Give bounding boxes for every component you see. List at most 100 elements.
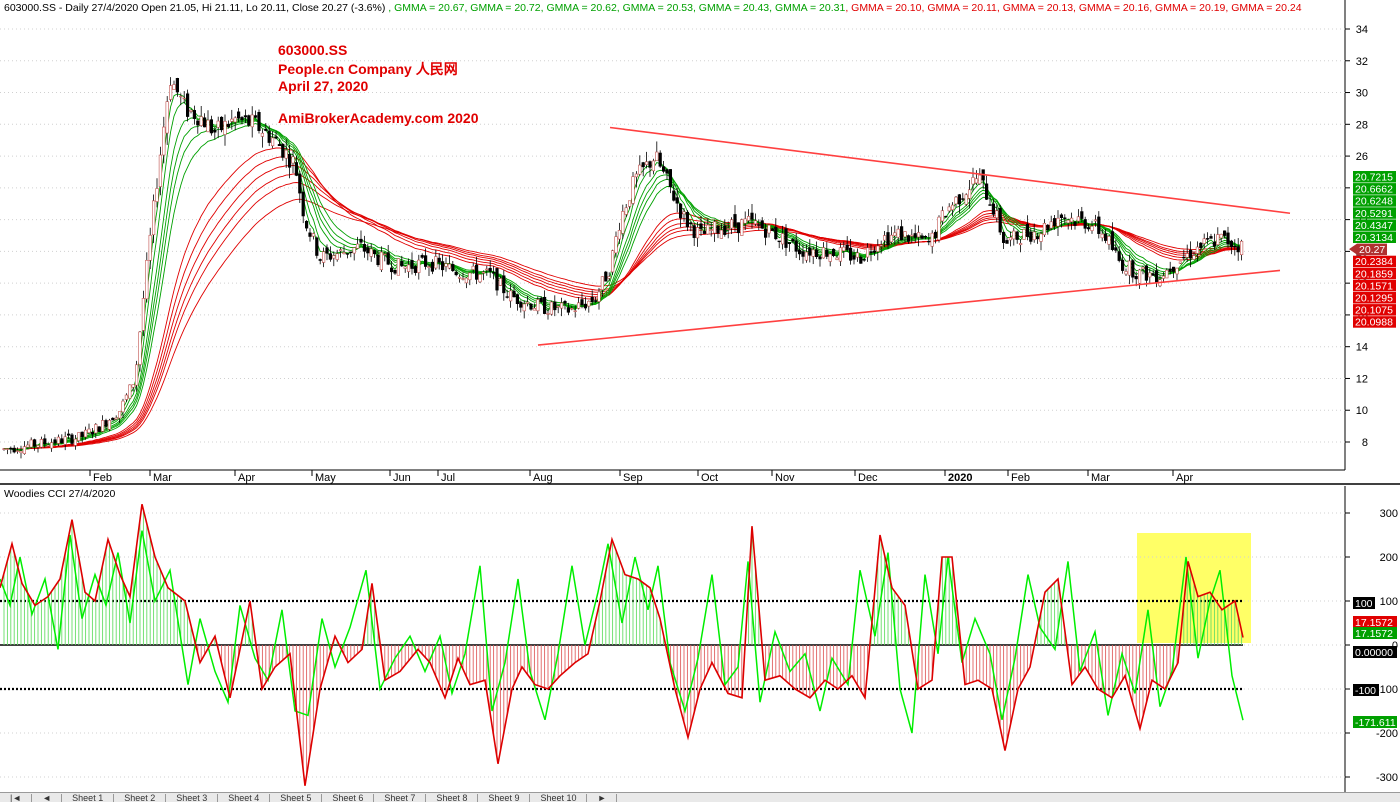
candle-body — [631, 176, 635, 204]
candle-body — [274, 136, 278, 139]
candle-body — [420, 255, 424, 258]
candle-body — [648, 161, 652, 168]
month-label: May — [315, 472, 336, 484]
candle-body — [90, 431, 94, 435]
candle-body — [1090, 226, 1094, 231]
candle-body — [1110, 231, 1114, 250]
candle-body — [750, 212, 754, 220]
cci-panel[interactable]: Woodies CCI 27/4/2020 3002001000-100-200… — [0, 486, 1398, 792]
cci-tick-label: 100 — [1380, 596, 1398, 608]
candle-body — [1182, 256, 1186, 259]
candle-body — [927, 240, 931, 243]
annotation-website: AmiBrokerAcademy.com 2020 — [278, 110, 479, 126]
candle-body — [954, 196, 958, 205]
candle-body — [1076, 216, 1080, 222]
candle-body — [1080, 211, 1084, 219]
candle-body — [770, 228, 774, 231]
candle-body — [699, 223, 703, 229]
price-tag-label: 20.6248 — [1355, 196, 1393, 208]
candle-body — [77, 432, 81, 441]
candle-body — [403, 266, 407, 269]
candle-body — [1131, 260, 1135, 278]
candle-body — [226, 123, 231, 128]
candle-body — [1185, 253, 1189, 258]
candle-body — [56, 436, 60, 444]
candle-body — [597, 291, 601, 302]
candle-body — [128, 384, 132, 399]
candle-body — [967, 189, 972, 199]
price-tick-label: 26 — [1356, 151, 1368, 163]
month-label: Jul — [441, 472, 455, 484]
candle-body — [1083, 219, 1087, 229]
candle-body — [196, 120, 200, 126]
candle-body — [655, 151, 659, 162]
candle-body — [179, 95, 183, 98]
candle-body — [794, 240, 798, 252]
candle-body — [413, 266, 418, 273]
candle-body — [396, 258, 401, 276]
month-label: Jun — [393, 472, 411, 484]
candle-body — [835, 257, 839, 260]
candle-body — [152, 200, 156, 236]
candle-body — [1087, 227, 1091, 230]
candle-body — [478, 274, 482, 283]
candle-body — [417, 259, 421, 273]
candle-body — [760, 220, 764, 229]
candle-body — [19, 450, 23, 454]
candle-body — [685, 211, 689, 228]
candle-body — [505, 296, 509, 298]
price-tag-label: 20.1859 — [1355, 268, 1393, 280]
candle-body — [437, 257, 441, 263]
candle-body — [937, 216, 941, 241]
candle-body — [869, 251, 873, 253]
candle-body — [1223, 230, 1227, 236]
candle-body — [359, 238, 363, 243]
candle-body — [1022, 229, 1026, 240]
candle-body — [828, 253, 832, 262]
candle-body — [281, 143, 285, 158]
candle-body — [223, 120, 227, 135]
candle-body — [991, 203, 995, 215]
candle-body — [457, 276, 462, 279]
candle-body — [682, 211, 686, 215]
price-panel[interactable]: 343230282624222018161412108 FebMarAprMay… — [0, 0, 1396, 484]
candle-body — [138, 331, 142, 365]
chart-canvas[interactable]: 603000.SS - Daily 27/4/2020 Open 21.05, … — [0, 0, 1400, 792]
candle-body — [1141, 266, 1145, 270]
candle-body — [729, 219, 734, 229]
candle-body — [1107, 236, 1111, 245]
gmma-value: , GMMA = 20.62 — [541, 2, 617, 14]
candle-body — [1165, 269, 1169, 279]
candle-body — [519, 301, 523, 308]
month-label: Oct — [701, 472, 718, 484]
candle-body — [182, 97, 186, 100]
candle-body — [488, 267, 492, 272]
candle-body — [1008, 237, 1012, 241]
candle-body — [318, 259, 322, 261]
candle-body — [440, 261, 445, 271]
price-tag-label: 20.0988 — [1355, 317, 1393, 329]
candle-body — [784, 228, 788, 248]
candle-body — [944, 215, 948, 218]
gmma-short-line — [4, 93, 1242, 452]
candle-body — [743, 218, 747, 224]
candle-body — [604, 271, 608, 282]
candle-body — [780, 233, 785, 245]
candle-body — [974, 178, 978, 184]
candle-body — [678, 203, 683, 219]
candle-body — [651, 160, 655, 172]
candle-body — [406, 264, 411, 272]
candle-body — [838, 247, 842, 262]
candle-body — [1209, 236, 1213, 239]
candle-body — [70, 434, 74, 444]
candle-body — [237, 111, 241, 119]
month-axis-labels: Feb Mar Apr May Jun Jul Aug Sep Oct Nov Dec 2020 Feb… — [89, 470, 1193, 484]
candle-body — [998, 208, 1002, 233]
candle-body — [600, 276, 604, 290]
candle-body — [9, 447, 13, 450]
candle-body — [1066, 219, 1070, 224]
month-label: Feb — [1011, 472, 1030, 484]
candle-body — [264, 128, 268, 131]
candle-body — [757, 224, 761, 226]
candle-body — [1039, 233, 1043, 242]
